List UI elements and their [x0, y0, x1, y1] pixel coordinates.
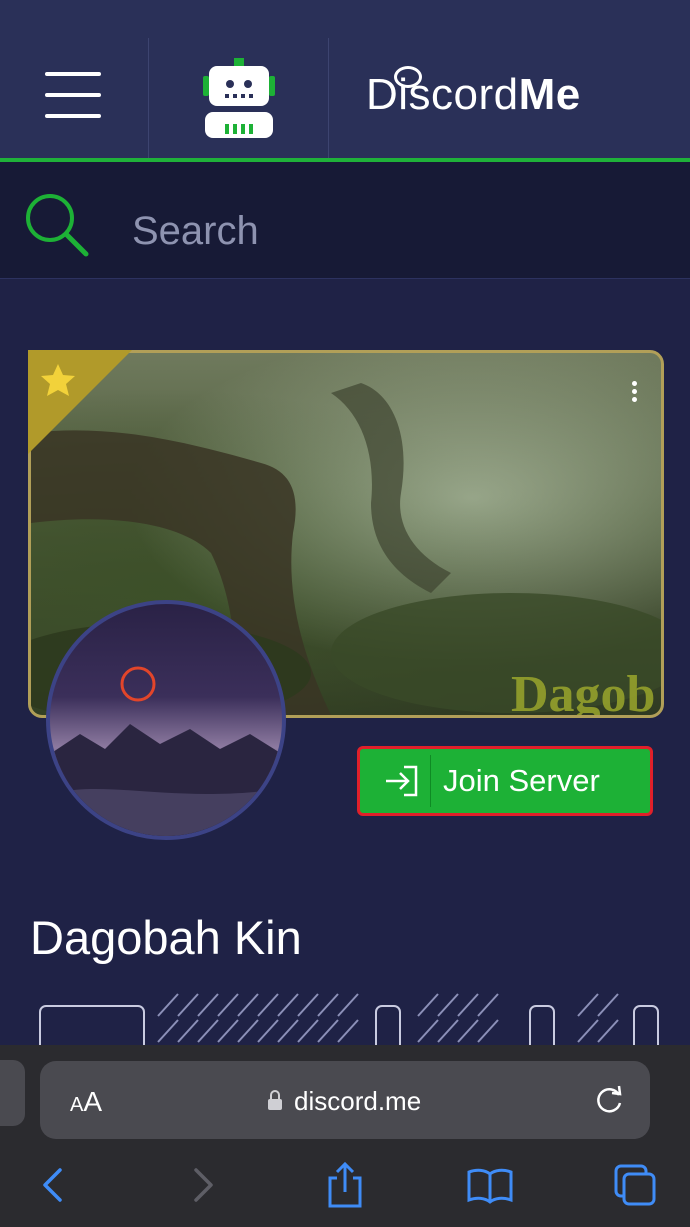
robot-logo-icon[interactable]: [203, 58, 275, 140]
reload-icon[interactable]: [592, 1083, 626, 1117]
server-avatar: [46, 600, 286, 840]
bookmarks-icon[interactable]: [465, 1160, 515, 1210]
share-icon[interactable]: [320, 1160, 370, 1210]
back-icon[interactable]: [28, 1160, 78, 1210]
featured-star-icon: [28, 350, 132, 454]
url-text: discord.me: [294, 1086, 422, 1116]
tabs-icon[interactable]: [610, 1160, 660, 1210]
join-server-button[interactable]: Join Server: [357, 746, 653, 816]
logo-text-bold: Me: [518, 70, 581, 119]
banner-watermark: Dagob: [511, 666, 655, 715]
join-server-label: Join Server: [443, 763, 600, 798]
forward-icon[interactable]: [178, 1160, 228, 1210]
search-input[interactable]: [130, 200, 654, 262]
tag-placeholders: [39, 993, 659, 1050]
aa-small: A: [70, 1094, 84, 1116]
search-icon[interactable]: [22, 190, 92, 260]
logo-text: Discord: [366, 70, 519, 119]
header-divider: [328, 38, 329, 158]
menu-icon[interactable]: [45, 72, 101, 118]
lock-icon: [268, 1090, 282, 1110]
login-arrow-icon: [374, 755, 431, 807]
site-header: DiscordMe: [0, 0, 690, 162]
more-options-icon[interactable]: [624, 378, 644, 412]
header-divider: [148, 38, 149, 158]
server-name: Dagobah Kin: [30, 911, 302, 964]
discordme-logo[interactable]: DiscordMe: [366, 66, 581, 120]
reader-options-button[interactable]: AA: [70, 1086, 102, 1118]
aa-large: A: [83, 1086, 103, 1117]
previous-tab-preview[interactable]: [0, 1060, 25, 1126]
